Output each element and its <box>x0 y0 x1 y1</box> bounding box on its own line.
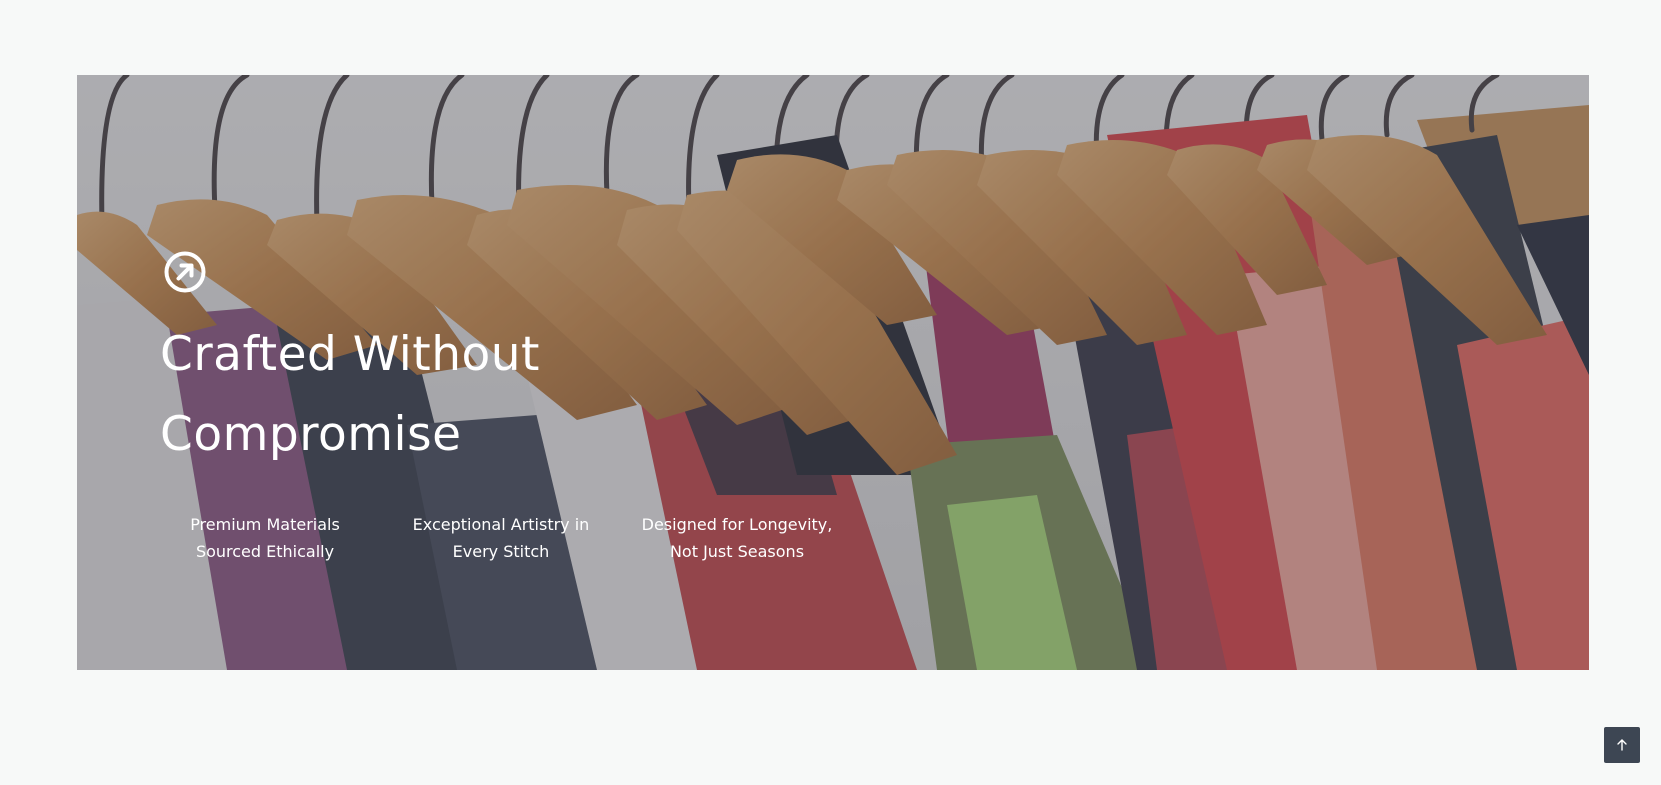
page: Crafted Without Compromise Premium Mater… <box>0 0 1661 785</box>
hero-title-line-2: Compromise <box>160 407 462 462</box>
back-to-top-button[interactable] <box>1604 727 1640 763</box>
feature-text-line-2: Sourced Ethically <box>195 542 335 561</box>
feature-artistry: Exceptional Artistry in Every Stitch <box>383 511 619 565</box>
feature-list: Premium Materials Sourced Ethically Exce… <box>147 511 855 565</box>
feature-longevity: Designed for Longevity, Not Just Seasons <box>619 511 855 565</box>
feature-text-line-1: Premium Materials <box>190 515 340 534</box>
hero-banner: Crafted Without Compromise Premium Mater… <box>77 75 1589 670</box>
feature-text-line-2: Every Stitch <box>452 542 550 561</box>
arrow-up-right-circle-icon[interactable] <box>163 250 207 294</box>
feature-materials: Premium Materials Sourced Ethically <box>147 511 383 565</box>
hero-title: Crafted Without Compromise <box>160 315 680 475</box>
arrow-up-icon <box>1617 739 1627 751</box>
hero-title-line-1: Crafted Without <box>160 327 540 382</box>
feature-text-line-2: Not Just Seasons <box>669 542 805 561</box>
feature-text-line-1: Designed for Longevity, <box>641 515 833 534</box>
hero-content: Crafted Without Compromise Premium Mater… <box>77 75 1589 670</box>
feature-text-line-1: Exceptional Artistry in <box>412 515 590 534</box>
